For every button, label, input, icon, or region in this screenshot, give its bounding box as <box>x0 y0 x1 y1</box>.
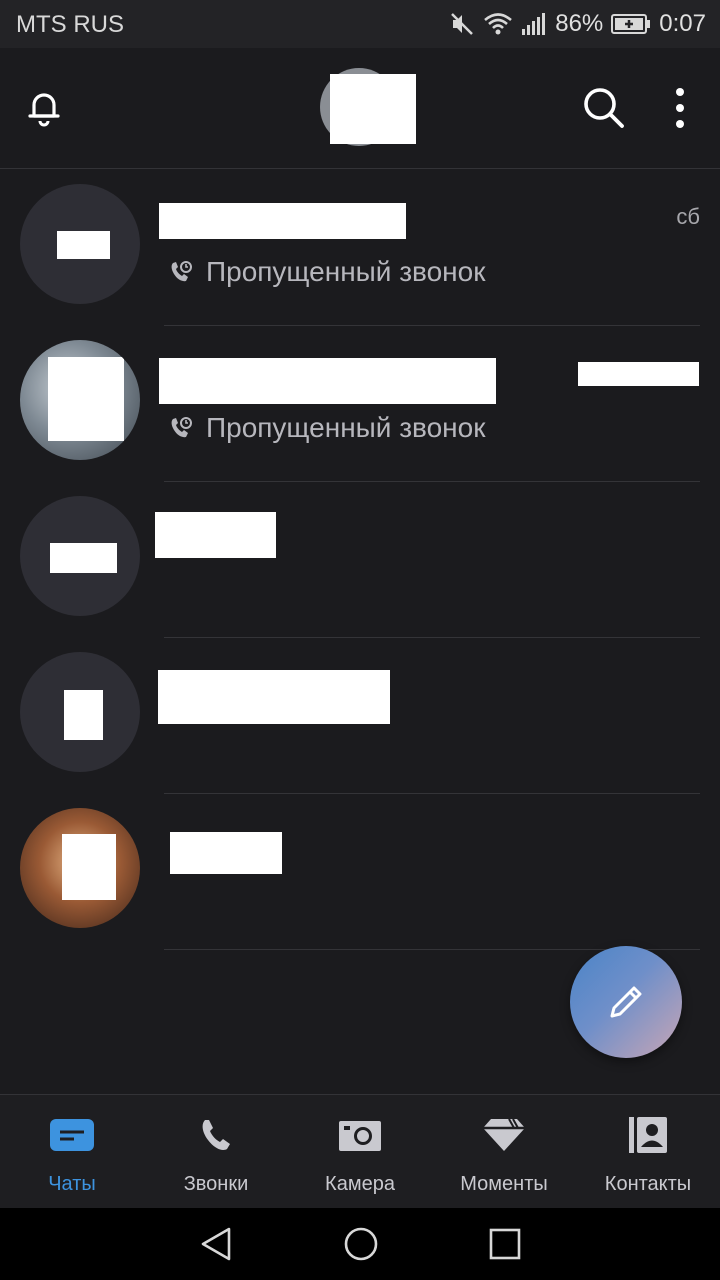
more-vertical-icon <box>676 88 684 128</box>
battery-charging-icon <box>611 14 651 34</box>
chat-preview-text: Пропущенный звонок <box>206 412 486 443</box>
system-navigation-bar <box>0 1208 720 1280</box>
search-button[interactable] <box>578 82 630 134</box>
chat-name-redaction <box>155 512 276 558</box>
app-bar <box>0 48 720 169</box>
avatar <box>20 340 140 460</box>
more-options-button[interactable] <box>660 82 700 134</box>
chat-name-redaction <box>158 670 390 724</box>
chat-row[interactable] <box>0 482 720 638</box>
avatar <box>20 184 140 304</box>
avatar <box>20 652 140 772</box>
tab-camera[interactable]: Камера <box>288 1095 432 1209</box>
chat-time: сб <box>676 204 700 229</box>
search-icon <box>584 88 624 128</box>
notifications-button[interactable] <box>20 84 68 132</box>
tab-contacts[interactable]: Контакты <box>576 1095 720 1209</box>
chat-list: сб Пропущенный звонок Пропущенный звонок <box>0 170 720 950</box>
missed-call-icon <box>171 261 192 282</box>
missed-call-icon <box>171 417 192 438</box>
avatar <box>20 808 140 928</box>
tab-label: Звонки <box>183 1173 249 1195</box>
redaction <box>48 357 124 441</box>
battery-percent: 86% <box>555 10 604 37</box>
camera-icon <box>339 1121 381 1151</box>
profile-redaction <box>330 74 416 144</box>
tab-moments[interactable]: Моменты <box>432 1095 576 1209</box>
back-icon[interactable] <box>199 1226 233 1262</box>
bottom-navigation: Чаты Звонки Камера Моменты Контакты <box>0 1094 720 1209</box>
pencil-icon <box>610 986 642 1018</box>
status-bar: MTS RUS 86% 0:07 <box>0 0 720 48</box>
tab-chats[interactable]: Чаты <box>0 1095 144 1209</box>
tab-label: Камера <box>325 1173 395 1195</box>
mute-icon <box>451 13 474 35</box>
chat-row[interactable]: сб Пропущенный звонок <box>0 170 720 326</box>
chat-name-redaction <box>159 203 406 239</box>
chat-row[interactable]: Пропущенный звонок <box>0 326 720 482</box>
status-icons: 86% 0:07 <box>449 8 706 40</box>
redaction <box>57 231 110 259</box>
tab-label: Моменты <box>460 1173 548 1195</box>
redaction <box>50 543 117 573</box>
redaction <box>64 690 103 740</box>
chat-preview: Пропущенный звонок <box>168 256 485 288</box>
chat-time-redaction <box>578 362 699 386</box>
chat-preview: Пропущенный звонок <box>168 412 485 444</box>
signal-icon <box>522 13 546 35</box>
tab-label: Чаты <box>48 1173 96 1195</box>
bell-icon <box>28 93 60 127</box>
chat-name-redaction <box>159 358 496 404</box>
compose-button[interactable] <box>570 946 682 1058</box>
diamond-icon <box>483 1118 525 1151</box>
chat-preview-text: Пропущенный звонок <box>206 256 486 287</box>
chat-row[interactable]: к <box>0 794 720 950</box>
chat-name-redaction <box>170 832 282 874</box>
tab-label: Контакты <box>604 1173 692 1195</box>
recent-apps-icon[interactable] <box>489 1228 521 1260</box>
tab-calls[interactable]: Звонки <box>144 1095 288 1209</box>
chat-icon <box>50 1119 94 1151</box>
phone-icon <box>202 1120 230 1150</box>
chat-row[interactable] <box>0 638 720 794</box>
contacts-icon <box>629 1117 667 1153</box>
clock: 0:07 <box>659 10 706 37</box>
wifi-icon <box>484 13 513 35</box>
home-icon[interactable] <box>343 1226 379 1262</box>
carrier-name: MTS RUS <box>16 11 124 38</box>
avatar <box>20 496 140 616</box>
redaction <box>62 834 116 900</box>
